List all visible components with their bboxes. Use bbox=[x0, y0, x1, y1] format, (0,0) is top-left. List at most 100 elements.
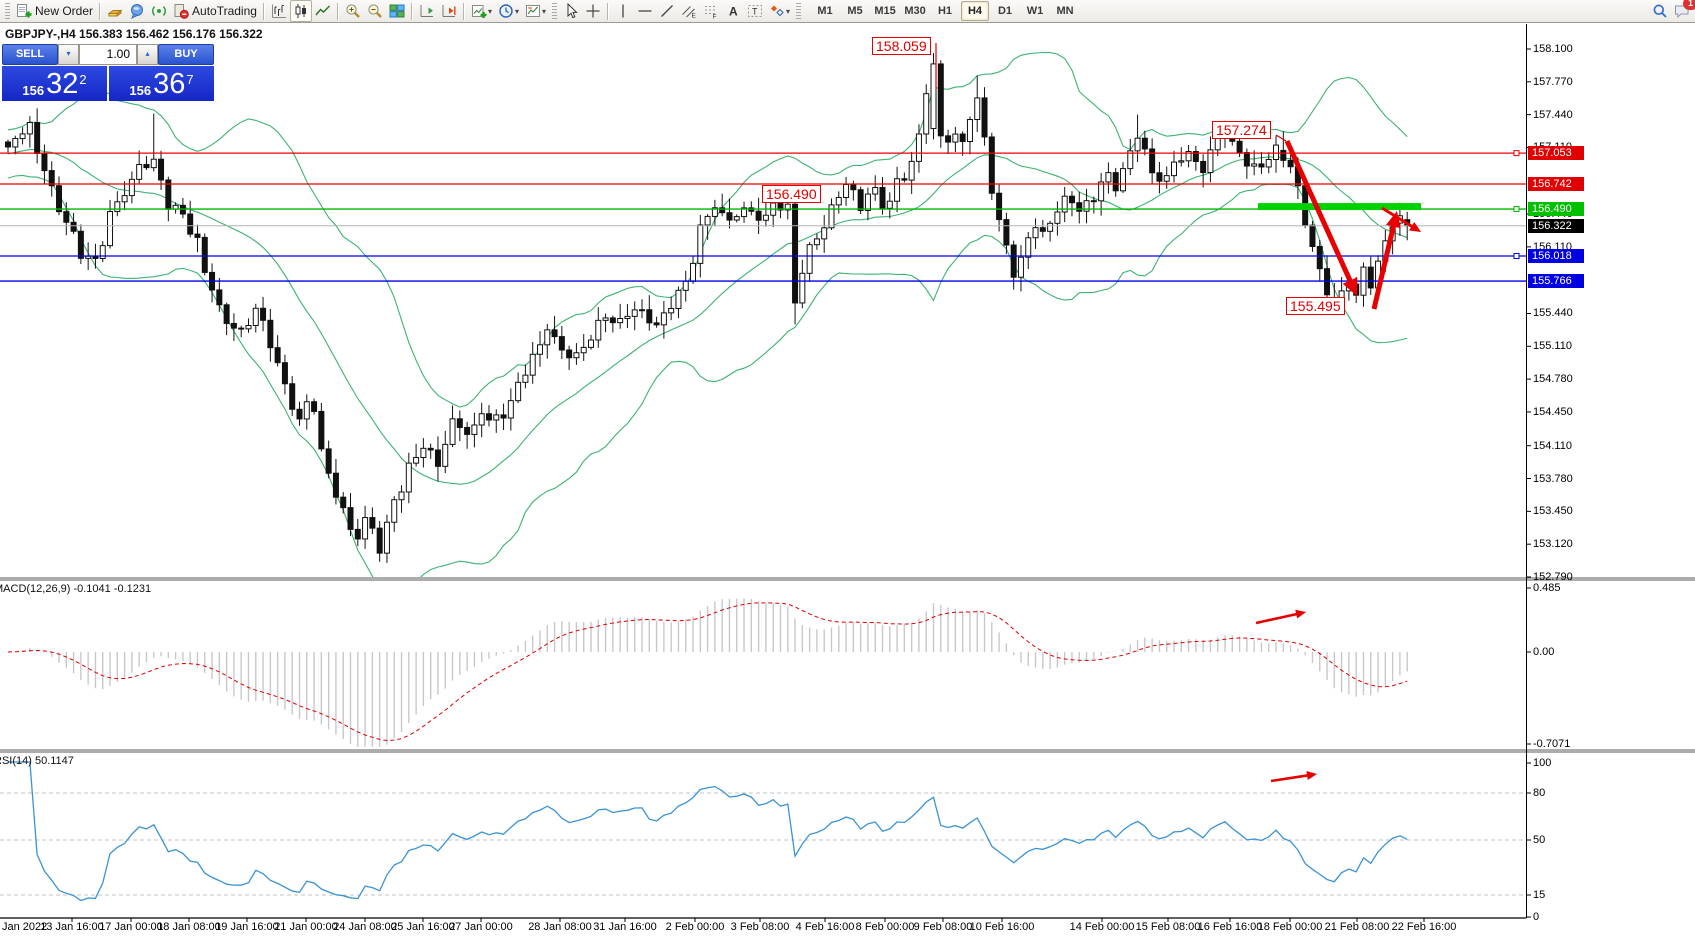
price-axis-tick: 153.120 bbox=[1533, 538, 1573, 550]
time-axis-label: 21 Feb 08:00 bbox=[1325, 921, 1390, 933]
time-axis-label: 8 Feb 00:00 bbox=[856, 921, 915, 933]
volume-decrease-button[interactable]: ▾ bbox=[58, 44, 79, 65]
periods-button[interactable]: ▾ bbox=[495, 1, 522, 21]
time-axis-label: 3 Feb 08:00 bbox=[731, 921, 790, 933]
timeframe-button-m1[interactable]: M1 bbox=[811, 1, 839, 21]
sell-price[interactable]: 156 32 2 bbox=[2, 66, 107, 101]
vertical-line-icon bbox=[615, 3, 631, 19]
text-label-button[interactable]: T bbox=[744, 1, 766, 21]
rsi-indicator-label: RSI(14) 50.1147 bbox=[0, 755, 74, 767]
time-axis-label: 18 Jan 08:00 bbox=[157, 921, 221, 933]
equidistant-channel-button[interactable]: E bbox=[678, 1, 700, 21]
templates-button[interactable]: ▾ bbox=[522, 1, 549, 21]
timeframe-button-d1[interactable]: D1 bbox=[991, 1, 1019, 21]
signals-button[interactable] bbox=[148, 1, 170, 21]
price-annotation-label[interactable]: 157.274 bbox=[1212, 121, 1271, 139]
buy-button[interactable]: BUY bbox=[158, 44, 214, 65]
line-chart-button[interactable] bbox=[312, 1, 334, 21]
tile-windows-button[interactable] bbox=[386, 1, 408, 21]
timeframe-button-h4[interactable]: H4 bbox=[961, 1, 989, 21]
zoom-out-button[interactable] bbox=[364, 1, 386, 21]
macd-axis-tick: -0.7071 bbox=[1533, 738, 1570, 750]
timeframe-button-h1[interactable]: H1 bbox=[931, 1, 959, 21]
new-order-label: New Order bbox=[35, 4, 93, 18]
toolbar-grip[interactable] bbox=[796, 3, 801, 19]
auto-scroll-icon bbox=[419, 3, 435, 19]
time-axis-label: 16 Feb 16:00 bbox=[1198, 921, 1263, 933]
search-button[interactable] bbox=[1649, 1, 1671, 21]
periods-dropdown-caret[interactable]: ▾ bbox=[515, 7, 519, 16]
price-level-badge: 156.018 bbox=[1528, 249, 1584, 263]
market-button[interactable] bbox=[104, 1, 126, 21]
time-axis-label: 19 Jan 16:00 bbox=[215, 921, 279, 933]
line-chart-icon bbox=[315, 3, 331, 19]
time-axis-label: 10 Feb 16:00 bbox=[970, 921, 1035, 933]
price-annotation-label[interactable]: 158.059 bbox=[872, 37, 931, 55]
new-chart-button[interactable]: ▾ bbox=[468, 1, 495, 21]
shapes-dropdown-caret[interactable]: ▾ bbox=[786, 7, 790, 16]
notifications-button[interactable]: 1 bbox=[1671, 1, 1693, 21]
notification-badge: 1 bbox=[1683, 0, 1695, 10]
macd-axis-tick: 0.485 bbox=[1533, 582, 1561, 594]
horizontal-line-icon bbox=[637, 3, 653, 19]
vertical-line-button[interactable] bbox=[612, 1, 634, 21]
toolbar-grip[interactable] bbox=[552, 3, 557, 19]
price-annotation-label[interactable]: 156.490 bbox=[762, 185, 821, 203]
volume-input[interactable]: 1.00 bbox=[79, 44, 137, 65]
macd-axis-tick: 0.00 bbox=[1533, 646, 1554, 658]
cursor-button[interactable] bbox=[560, 1, 582, 21]
shapes-button[interactable]: ▾ bbox=[766, 1, 793, 21]
candlestick-chart-button[interactable] bbox=[290, 0, 312, 22]
chart-shift-icon bbox=[441, 3, 457, 19]
toolbar-separator bbox=[411, 3, 413, 20]
chart-shift-button[interactable] bbox=[438, 1, 460, 21]
price-axis-tick: 153.780 bbox=[1533, 473, 1573, 485]
fibonacci-button[interactable]: F bbox=[700, 1, 722, 21]
time-axis-label: 31 Jan 16:00 bbox=[593, 921, 657, 933]
auto-scroll-button[interactable] bbox=[416, 1, 438, 21]
price-chart[interactable] bbox=[0, 0, 1695, 940]
volume-increase-button[interactable]: ▴ bbox=[137, 44, 158, 65]
time-axis-label: 13 Jan 16:00 bbox=[40, 921, 104, 933]
time-axis-label: 22 Feb 16:00 bbox=[1392, 921, 1457, 933]
text-label-icon: T bbox=[747, 3, 763, 19]
signals-icon bbox=[151, 3, 167, 19]
crosshair-button[interactable] bbox=[582, 1, 604, 21]
tile-windows-icon bbox=[389, 3, 405, 19]
timeframe-button-m15[interactable]: M15 bbox=[871, 1, 899, 21]
new-chart-dropdown-caret[interactable]: ▾ bbox=[488, 7, 492, 16]
price-level-badge: 156.742 bbox=[1528, 177, 1584, 191]
macd-indicator-label: MACD(12,26,9) -0.1041 -0.1231 bbox=[0, 583, 151, 595]
autotrading-icon bbox=[173, 3, 189, 19]
svg-text:T: T bbox=[752, 7, 758, 17]
rsi-axis-tick: 50 bbox=[1533, 834, 1545, 846]
timeframe-button-m5[interactable]: M5 bbox=[841, 1, 869, 21]
new-order-icon bbox=[16, 3, 32, 19]
price-annotation-label[interactable]: 155.495 bbox=[1286, 297, 1345, 315]
autotrading-button[interactable]: AutoTrading bbox=[170, 1, 260, 21]
price-axis-tick: 154.110 bbox=[1533, 440, 1572, 452]
timeframe-button-m30[interactable]: M30 bbox=[901, 1, 929, 21]
bar-chart-button[interactable] bbox=[268, 1, 290, 21]
buy-price[interactable]: 156 36 7 bbox=[109, 66, 214, 101]
time-axis-label: 28 Jan 08:00 bbox=[528, 921, 592, 933]
community-button[interactable] bbox=[126, 1, 148, 21]
sell-button[interactable]: SELL bbox=[2, 44, 58, 65]
price-axis-tick: 154.780 bbox=[1533, 373, 1573, 385]
zoom-out-icon bbox=[367, 3, 383, 19]
toolbar-separator bbox=[263, 3, 265, 20]
new-order-button[interactable]: New Order bbox=[13, 1, 96, 21]
market-icon bbox=[107, 3, 123, 19]
zoom-in-icon bbox=[345, 3, 361, 19]
toolbar-grip[interactable] bbox=[5, 3, 10, 19]
trendline-button[interactable] bbox=[656, 1, 678, 21]
time-axis-label: 24 Jan 08:00 bbox=[333, 921, 397, 933]
text-button[interactable]: A bbox=[722, 1, 744, 21]
timeframe-button-mn[interactable]: MN bbox=[1051, 1, 1079, 21]
zoom-in-button[interactable] bbox=[342, 1, 364, 21]
crosshair-icon bbox=[585, 3, 601, 19]
templates-dropdown-caret[interactable]: ▾ bbox=[542, 7, 546, 16]
timeframe-button-w1[interactable]: W1 bbox=[1021, 1, 1049, 21]
new-chart-icon bbox=[471, 3, 487, 19]
horizontal-line-button[interactable] bbox=[634, 1, 656, 21]
